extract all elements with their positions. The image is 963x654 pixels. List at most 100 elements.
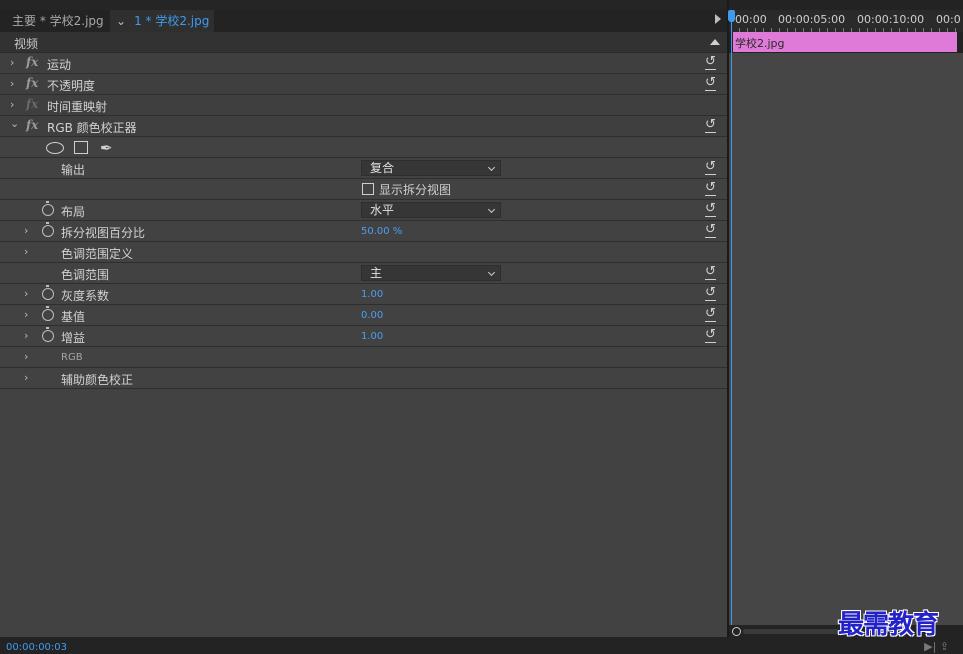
stopwatch-icon[interactable]: [42, 222, 54, 237]
ruler-tick-label: 00:00:10:00: [857, 13, 925, 26]
reset-icon[interactable]: ↺: [705, 54, 716, 70]
param-label: 输出: [61, 163, 86, 177]
ruler-tick-label: 00:0: [936, 13, 961, 26]
playhead-line[interactable]: [731, 10, 732, 627]
param-gain: › 增益 1.00 ↺: [0, 326, 727, 347]
stopwatch-icon[interactable]: [42, 201, 54, 216]
param-output: 输出 复合 ↺: [0, 158, 727, 179]
gamma-value[interactable]: 1.00: [361, 289, 383, 300]
play-arrow-icon[interactable]: [715, 14, 721, 24]
effect-name: 不透明度: [47, 79, 96, 93]
param-tonal-range-definition[interactable]: › 色调范围定义: [0, 242, 727, 263]
twirl-closed-icon[interactable]: ›: [24, 329, 28, 342]
footer-export-icons[interactable]: ▶| ⇪: [924, 640, 949, 653]
zoom-handle[interactable]: [732, 627, 741, 636]
param-pedestal: › 基值 0.00 ↺: [0, 305, 727, 326]
effect-row-motion[interactable]: › fx 运动 ↺: [0, 53, 727, 74]
video-section-header[interactable]: 视频: [0, 32, 727, 53]
timeline-panel: 00:00 00:00:05:00 00:00:10:00 00:0 学校2.j…: [727, 0, 963, 637]
param-label: 增益: [61, 331, 86, 345]
tonal-range-dropdown[interactable]: 主: [361, 265, 501, 281]
param-label: 色调范围: [61, 268, 110, 282]
chevron-down-icon[interactable]: ⌄: [116, 14, 126, 28]
effect-row-time-remapping[interactable]: › fx 时间重映射: [0, 95, 727, 116]
pen-mask-icon[interactable]: ✒: [100, 139, 113, 157]
twirl-closed-icon[interactable]: ›: [24, 245, 28, 258]
param-gamma: › 灰度系数 1.00 ↺: [0, 284, 727, 305]
output-dropdown[interactable]: 复合: [361, 160, 501, 176]
rectangle-mask-icon[interactable]: [74, 141, 88, 154]
chevron-down-icon: [487, 268, 496, 277]
empty-panel-area: [0, 389, 727, 637]
stopwatch-icon[interactable]: [42, 285, 54, 300]
twirl-closed-icon[interactable]: ›: [24, 287, 28, 300]
param-layout: 布局 水平 ↺: [0, 200, 727, 221]
twirl-closed-icon[interactable]: ›: [10, 56, 14, 69]
reset-icon[interactable]: ↺: [705, 306, 716, 322]
twirl-closed-icon[interactable]: ›: [10, 98, 14, 111]
tab-bar: 主要 * 学校2.jpg ⌄ 1 * 学校2.jpg: [0, 10, 727, 32]
twirl-closed-icon[interactable]: ›: [24, 371, 28, 384]
param-label: RGB: [61, 352, 83, 363]
ruler-tick-label: 00:00:05:00: [778, 13, 846, 26]
status-footer: 00:00:00:03 ▶| ⇪: [0, 637, 963, 654]
fx-icon: fx: [26, 97, 39, 111]
reset-icon[interactable]: ↺: [705, 222, 716, 238]
playhead-handle[interactable]: [728, 10, 735, 22]
reset-icon[interactable]: ↺: [705, 75, 716, 91]
mask-tools-row: ✒: [0, 137, 727, 158]
param-show-split-view: 显示拆分视图 ↺: [0, 179, 727, 200]
collapse-up-icon[interactable]: [710, 39, 720, 45]
effect-row-opacity[interactable]: › fx 不透明度 ↺: [0, 74, 727, 95]
param-group-secondary-color-correction[interactable]: › 辅助颜色校正: [0, 368, 727, 389]
reset-icon[interactable]: ↺: [705, 201, 716, 217]
fx-icon[interactable]: fx: [26, 118, 38, 132]
param-split-view-percent: › 拆分视图百分比 50.00 % ↺: [0, 221, 727, 242]
twirl-closed-icon[interactable]: ›: [24, 224, 28, 237]
twirl-open-icon[interactable]: ⌄: [10, 117, 19, 130]
twirl-closed-icon[interactable]: ›: [24, 350, 28, 363]
layout-dropdown[interactable]: 水平: [361, 202, 501, 218]
dropdown-value: 复合: [370, 161, 395, 175]
section-label: 视频: [14, 37, 39, 51]
effect-row-rgb-color-corrector[interactable]: ⌄ fx RGB 颜色校正器 ↺: [0, 116, 727, 137]
param-group-rgb[interactable]: › RGB: [0, 347, 727, 368]
param-tonal-range: 色调范围 主 ↺: [0, 263, 727, 284]
param-label: 灰度系数: [61, 289, 110, 303]
param-label: 拆分视图百分比: [61, 226, 146, 240]
scroll-track[interactable]: [743, 629, 839, 634]
pedestal-value[interactable]: 0.00: [361, 310, 383, 321]
ellipse-mask-icon[interactable]: [46, 142, 64, 154]
effect-name: 时间重映射: [47, 100, 108, 114]
param-label: 色调范围定义: [61, 247, 134, 261]
fx-icon[interactable]: fx: [26, 76, 38, 90]
reset-icon[interactable]: ↺: [705, 159, 716, 175]
checkbox-label: 显示拆分视图: [379, 183, 452, 197]
stopwatch-icon[interactable]: [42, 306, 54, 321]
twirl-closed-icon[interactable]: ›: [10, 77, 14, 90]
gain-value[interactable]: 1.00: [361, 331, 383, 342]
current-timecode[interactable]: 00:00:00:03: [6, 642, 67, 653]
stopwatch-icon[interactable]: [42, 327, 54, 342]
split-percent-value[interactable]: 50.00 %: [361, 226, 402, 237]
show-split-view-checkbox[interactable]: [362, 183, 374, 195]
dropdown-value: 水平: [370, 203, 395, 217]
twirl-closed-icon[interactable]: ›: [24, 308, 28, 321]
chevron-down-icon: [487, 205, 496, 214]
tab-clip[interactable]: ⌄ 1 * 学校2.jpg: [110, 10, 214, 32]
timeline-clip[interactable]: 学校2.jpg: [733, 32, 957, 52]
effect-rows: › fx 运动 ↺ › fx 不透明度 ↺ › fx 时间重映射 ⌄ fx RG…: [0, 53, 727, 389]
watermark-logo: 最需教育: [838, 610, 939, 640]
param-label: 布局: [61, 205, 86, 219]
param-label: 基值: [61, 310, 86, 324]
reset-icon[interactable]: ↺: [705, 117, 716, 133]
reset-icon[interactable]: ↺: [705, 264, 716, 280]
time-ruler[interactable]: 00:00 00:00:05:00 00:00:10:00 00:0: [729, 10, 963, 32]
effect-controls-panel: 主要 * 学校2.jpg ⌄ 1 * 学校2.jpg 视频 › fx 运动 ↺ ›…: [0, 0, 727, 654]
tab-master-sequence[interactable]: 主要 * 学校2.jpg: [6, 10, 110, 32]
reset-icon[interactable]: ↺: [705, 327, 716, 343]
reset-icon[interactable]: ↺: [705, 180, 716, 196]
ruler-tick-label: 00:00: [735, 13, 767, 26]
fx-icon[interactable]: fx: [26, 55, 38, 69]
reset-icon[interactable]: ↺: [705, 285, 716, 301]
